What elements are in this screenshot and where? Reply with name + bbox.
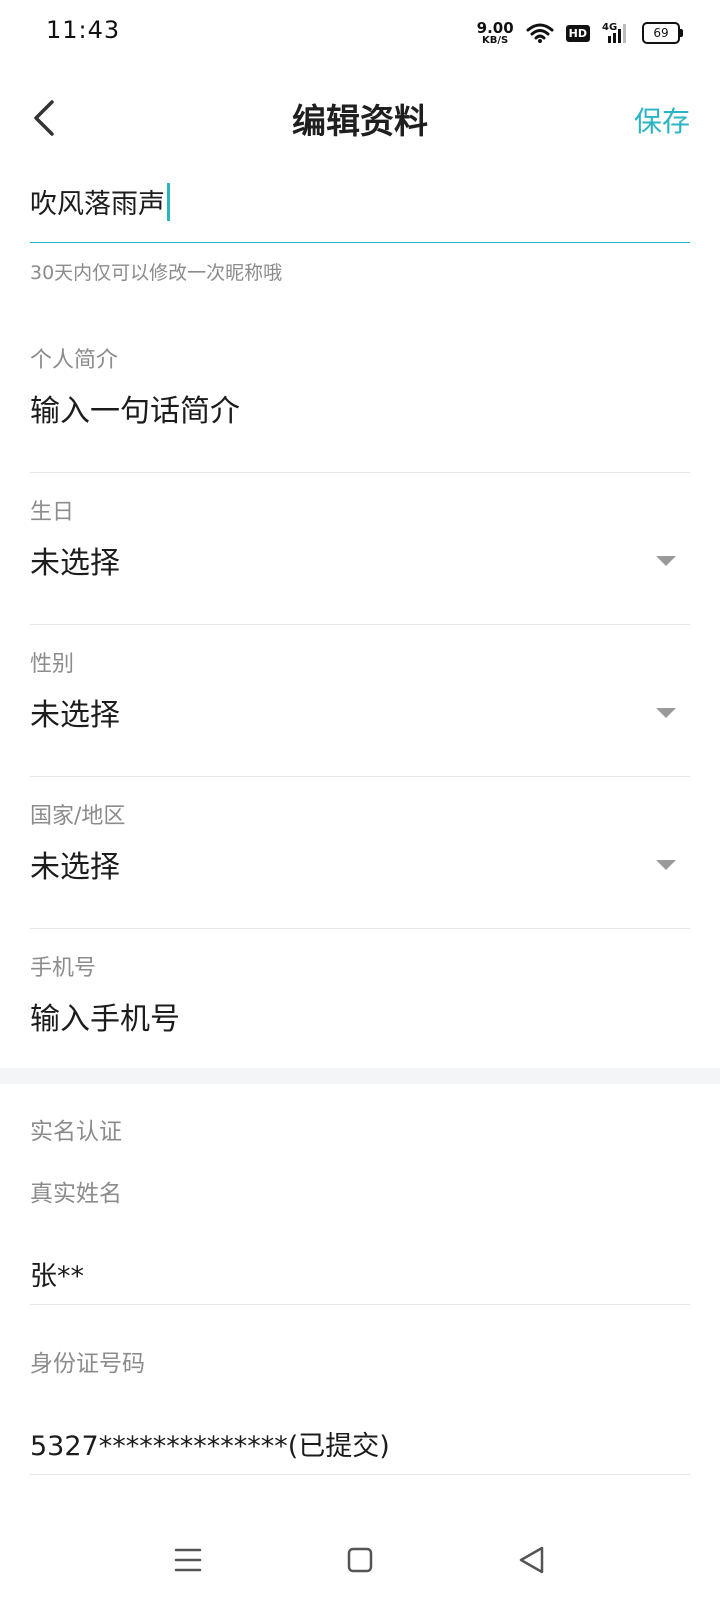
- real-name-value: 张**: [30, 1261, 84, 1292]
- birthday-label: 生日: [30, 500, 75, 525]
- back-triangle-icon: [519, 1546, 544, 1574]
- edit-profile-screen: 11:43 9.00 KB/S HD 4G 69 编辑资料 保存 吹风落雨声 3…: [0, 0, 720, 1600]
- network-speed-value: 9.00: [476, 18, 514, 37]
- id-number-field: 身份证号码 5327**************(已提交): [30, 1344, 690, 1475]
- signal-type-label: 4G: [602, 22, 617, 33]
- bio-input[interactable]: 输入一句话简介: [30, 386, 240, 430]
- save-button[interactable]: 保存: [634, 100, 690, 140]
- nav-menu-button[interactable]: [168, 1540, 208, 1580]
- birthday-value[interactable]: 未选择: [30, 538, 120, 582]
- signal-icon: 4G: [602, 22, 626, 43]
- nickname-input[interactable]: 吹风落雨声: [30, 183, 165, 227]
- status-icons: 9.00 KB/S HD 4G 69: [476, 16, 683, 50]
- triangle-down-icon[interactable]: [656, 708, 676, 718]
- gender-label: 性别: [30, 652, 75, 677]
- id-number-value: 5327**************(已提交): [30, 1431, 390, 1462]
- network-speed: 9.00 KB/S: [476, 18, 514, 46]
- region-value[interactable]: 未选择: [30, 842, 120, 886]
- nav-home-button[interactable]: [340, 1540, 380, 1580]
- phone-label: 手机号: [30, 956, 97, 981]
- region-field[interactable]: 国家/地区 未选择: [30, 798, 690, 929]
- page-title: 编辑资料: [292, 102, 428, 142]
- section-divider: [0, 1068, 720, 1084]
- nickname-field[interactable]: 吹风落雨声: [30, 176, 690, 243]
- nav-back-button[interactable]: [512, 1540, 552, 1580]
- phone-input[interactable]: 输入手机号: [30, 994, 180, 1038]
- status-time: 11:43: [46, 16, 121, 44]
- gender-field[interactable]: 性别 未选择: [30, 646, 690, 777]
- phone-field[interactable]: 手机号 输入手机号: [30, 950, 690, 1081]
- region-label: 国家/地区: [30, 804, 126, 829]
- hd-badge: HD: [565, 24, 590, 42]
- real-name-field: 真实姓名 张**: [30, 1174, 690, 1305]
- id-number-label: 身份证号码: [30, 1351, 145, 1377]
- nickname-hint: 30天内仅可以修改一次昵称哦: [30, 262, 283, 284]
- gender-value[interactable]: 未选择: [30, 690, 120, 734]
- menu-icon: [174, 1548, 202, 1572]
- wifi-icon: [526, 23, 554, 43]
- real-name-label: 真实姓名: [30, 1181, 122, 1207]
- text-caret: [167, 183, 170, 221]
- bio-field[interactable]: 个人简介 输入一句话简介: [30, 342, 690, 473]
- app-header: 编辑资料 保存: [0, 84, 720, 154]
- birthday-field[interactable]: 生日 未选择: [30, 494, 690, 625]
- network-speed-unit: KB/S: [482, 34, 509, 46]
- status-bar: 11:43 9.00 KB/S HD 4G 69: [0, 0, 720, 64]
- bio-label: 个人简介: [30, 348, 119, 373]
- triangle-down-icon[interactable]: [656, 556, 676, 566]
- real-name-section-title: 实名认证: [30, 1119, 122, 1145]
- home-square-icon: [347, 1547, 373, 1573]
- system-nav-bar: [0, 1520, 720, 1600]
- battery-indicator: 69: [642, 22, 683, 44]
- triangle-down-icon[interactable]: [656, 860, 676, 870]
